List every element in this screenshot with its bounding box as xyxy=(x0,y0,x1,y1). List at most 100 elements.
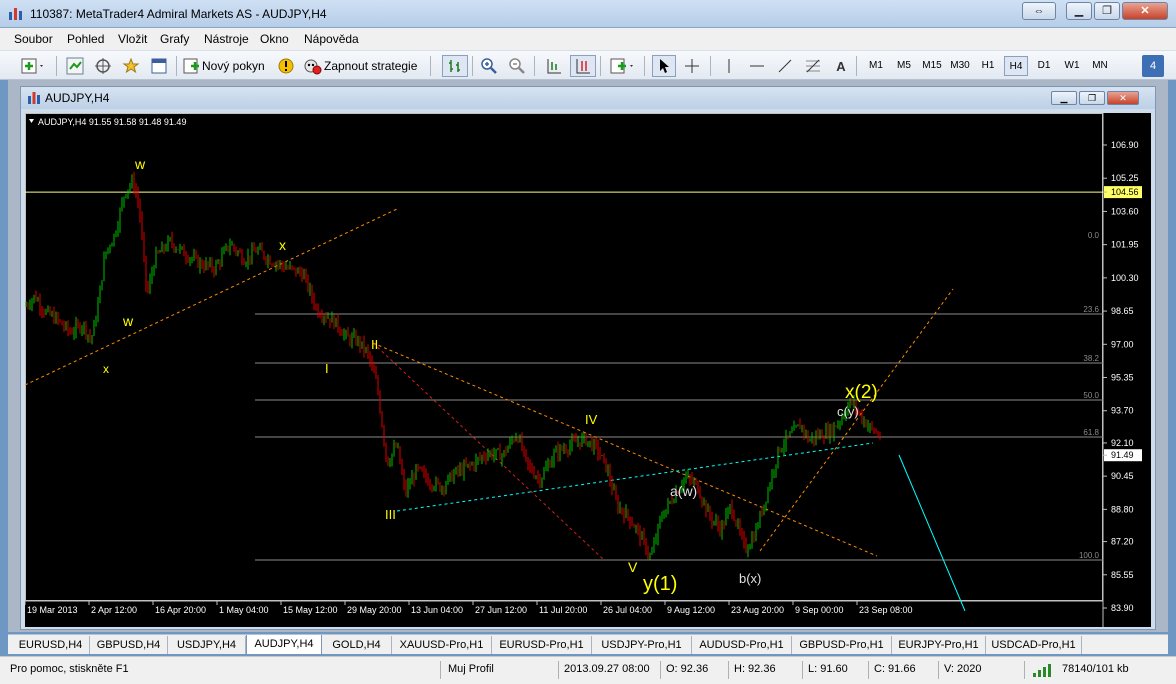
toolbar: Nový pokyn Zapnout strategie A M1 M5 M15… xyxy=(0,50,1176,80)
vertical-line-tool[interactable] xyxy=(718,55,740,77)
autoscroll-button[interactable] xyxy=(542,55,566,77)
wave-label: a(w) xyxy=(670,483,697,499)
zoom-out-button[interactable] xyxy=(506,55,528,77)
chart-window: AUDJPY,H4 ▁ ❐ ✕ 0.0 23.6 38.2 50.0 61.8 100.0 xyxy=(20,86,1156,630)
time-axis-label: 23 Sep 08:00 xyxy=(859,605,913,615)
timeframe-mn[interactable]: MN xyxy=(1088,56,1112,76)
menu-pohled[interactable]: Pohled xyxy=(67,32,104,46)
horizontal-line-tool[interactable] xyxy=(746,55,768,77)
menu-okno[interactable]: Okno xyxy=(260,32,289,46)
time-axis-label: 26 Jul 04:00 xyxy=(603,605,652,615)
trendline[interactable] xyxy=(372,342,878,557)
price-axis-label: 93.70 xyxy=(1111,406,1134,416)
timeframe-m5[interactable]: M5 xyxy=(892,56,916,76)
bar-chart-button[interactable] xyxy=(442,55,468,77)
zoom-out-icon xyxy=(509,58,525,74)
trendline[interactable] xyxy=(759,288,954,552)
menu-grafy[interactable]: Grafy xyxy=(160,32,189,46)
menu-napoveda[interactable]: Nápověda xyxy=(304,32,359,46)
wave-label: y(1) xyxy=(643,573,677,595)
navigator-button[interactable] xyxy=(120,55,142,77)
restore-button[interactable]: ❐ xyxy=(1094,2,1120,20)
price-axis-label: 106.90 xyxy=(1111,140,1139,150)
text-tool[interactable]: A xyxy=(830,55,852,77)
tab-audjpy-h4[interactable]: AUDJPY,H4 xyxy=(246,635,322,655)
notification-badge[interactable]: 4 xyxy=(1142,55,1164,77)
timeframe-h4[interactable]: H4 xyxy=(1004,56,1028,76)
zoom-in-button[interactable] xyxy=(478,55,500,77)
timeframe-d1[interactable]: D1 xyxy=(1032,56,1056,76)
tab-gbpusd-pro-h1[interactable]: GBPUSD-Pro,H1 xyxy=(792,636,892,654)
timeframe-m15[interactable]: M15 xyxy=(920,56,944,76)
market-watch-button[interactable] xyxy=(64,55,86,77)
chart-window-icon xyxy=(28,92,40,104)
timeframe-h1[interactable]: H1 xyxy=(976,56,1000,76)
alert-button[interactable] xyxy=(276,55,296,77)
price-axis-label: 98.65 xyxy=(1111,306,1134,316)
price-axis-label: 90.45 xyxy=(1111,471,1134,481)
indicators-button[interactable] xyxy=(608,55,638,77)
tab-eurusd-pro-h1[interactable]: EURUSD-Pro,H1 xyxy=(492,636,592,654)
chart-close-button[interactable]: ✕ xyxy=(1107,91,1139,105)
tab-gold-h4[interactable]: GOLD,H4 xyxy=(322,636,392,654)
chart-window-title: AUDJPY,H4 xyxy=(45,91,110,105)
fibonacci-level-label: 50.0 xyxy=(1083,391,1099,400)
new-order-icon xyxy=(183,58,199,74)
time-axis-label: 16 Apr 20:00 xyxy=(155,605,206,615)
text-a-icon: A xyxy=(836,58,846,74)
connection-status-icon xyxy=(1033,664,1051,677)
chart-restore-button[interactable]: ❐ xyxy=(1079,91,1105,105)
price-axis-label: 101.95 xyxy=(1111,240,1139,250)
tab-eurusd-h4[interactable]: EURUSD,H4 xyxy=(12,636,90,654)
tab-xauusd-pro-h1[interactable]: XAUUSD-Pro,H1 xyxy=(392,636,492,654)
tab-usdjpy-pro-h1[interactable]: USDJPY-Pro,H1 xyxy=(592,636,692,654)
menu-soubor[interactable]: Soubor xyxy=(14,32,53,46)
chart-shift-button[interactable] xyxy=(570,55,596,77)
trendline-tool[interactable] xyxy=(774,55,796,77)
fibonacci-tool[interactable] xyxy=(802,55,824,77)
minimize-button[interactable]: ▁ xyxy=(1066,2,1092,20)
price-axis-label: 95.35 xyxy=(1111,373,1134,383)
wave-label: c(y) xyxy=(837,404,859,419)
tab-usdcad-pro-h1[interactable]: USDCAD-Pro,H1 xyxy=(986,636,1082,654)
info-dropdown-icon[interactable] xyxy=(29,119,34,123)
autotrading-button[interactable]: Zapnout strategie xyxy=(302,55,424,77)
projection-line[interactable] xyxy=(898,454,966,612)
resize-icon[interactable]: ⇔ xyxy=(1022,2,1056,20)
terminal-button[interactable] xyxy=(148,55,170,77)
timeframe-w1[interactable]: W1 xyxy=(1060,56,1084,76)
timeframe-m30[interactable]: M30 xyxy=(948,56,972,76)
tab-audusd-pro-h1[interactable]: AUDUSD-Pro,H1 xyxy=(692,636,792,654)
new-order-button[interactable]: Nový pokyn xyxy=(182,55,272,77)
crosshair-tool-button[interactable] xyxy=(680,55,704,77)
cursor-tool-button[interactable] xyxy=(652,55,676,77)
price-axis-label: 103.60 xyxy=(1111,206,1139,216)
timeframe-m1[interactable]: M1 xyxy=(864,56,888,76)
menu-vlozit[interactable]: Vložit xyxy=(118,32,147,46)
new-chart-icon xyxy=(21,58,43,74)
tab-usdjpy-h4[interactable]: USDJPY,H4 xyxy=(168,636,246,654)
tab-gbpusd-h4[interactable]: GBPUSD,H4 xyxy=(90,636,168,654)
menu-nastroje[interactable]: Nástroje xyxy=(204,32,249,46)
fibonacci-level-label: 23.6 xyxy=(1083,305,1099,314)
fibonacci-level-label: 100.0 xyxy=(1079,551,1100,560)
candlestick-chart[interactable]: 0.023.638.250.061.8100.0 wxwxIIIIIIIVVy(… xyxy=(25,113,1151,627)
time-axis-label: 1 May 04:00 xyxy=(219,605,269,615)
time-axis-label: 29 May 20:00 xyxy=(347,605,402,615)
chart-minimize-button[interactable]: ▁ xyxy=(1051,91,1077,105)
data-window-button[interactable] xyxy=(92,55,114,77)
tab-eurjpy-pro-h1[interactable]: EURJPY-Pro,H1 xyxy=(892,636,986,654)
time-axis-label: 9 Sep 00:00 xyxy=(795,605,844,615)
trendline[interactable] xyxy=(25,208,398,386)
price-chart[interactable]: 0.0 23.6 38.2 50.0 61.8 100.0 w x w x I II III IV Vy(… xyxy=(25,113,1151,627)
close-button[interactable]: ✕ xyxy=(1122,2,1168,20)
zoom-in-icon xyxy=(481,58,497,74)
status-volume: V: 2020 xyxy=(944,663,982,675)
time-axis-label: 19 Mar 2013 xyxy=(27,605,78,615)
status-profile[interactable]: Muj Profil xyxy=(448,663,494,675)
time-axis-label: 11 Jul 20:00 xyxy=(539,605,587,615)
new-chart-button[interactable] xyxy=(18,55,48,77)
chart-info-line: AUDJPY,H4 91.55 91.58 91.48 91.49 xyxy=(38,117,186,127)
time-axis-label: 9 Aug 12:00 xyxy=(667,605,715,615)
title-bar: 110387: MetaTrader4 Admiral Markets AS -… xyxy=(0,0,1176,28)
